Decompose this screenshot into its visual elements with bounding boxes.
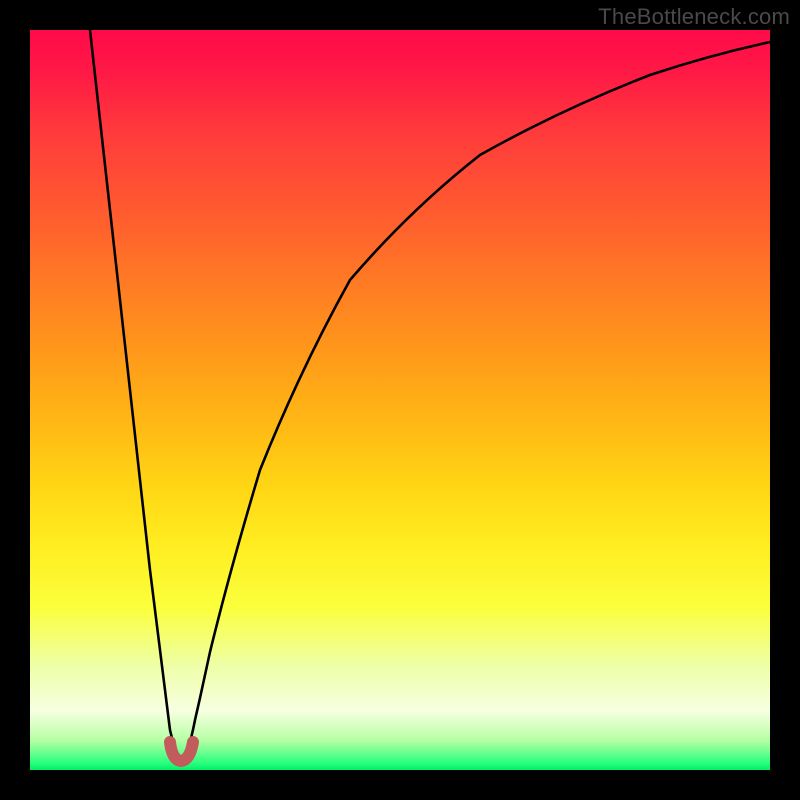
bottleneck-curve (90, 30, 770, 758)
optimal-point-marker (170, 742, 193, 761)
chart-frame: TheBottleneck.com (0, 0, 800, 800)
curve-layer (30, 30, 770, 770)
watermark-text: TheBottleneck.com (598, 4, 790, 30)
plot-area (30, 30, 770, 770)
